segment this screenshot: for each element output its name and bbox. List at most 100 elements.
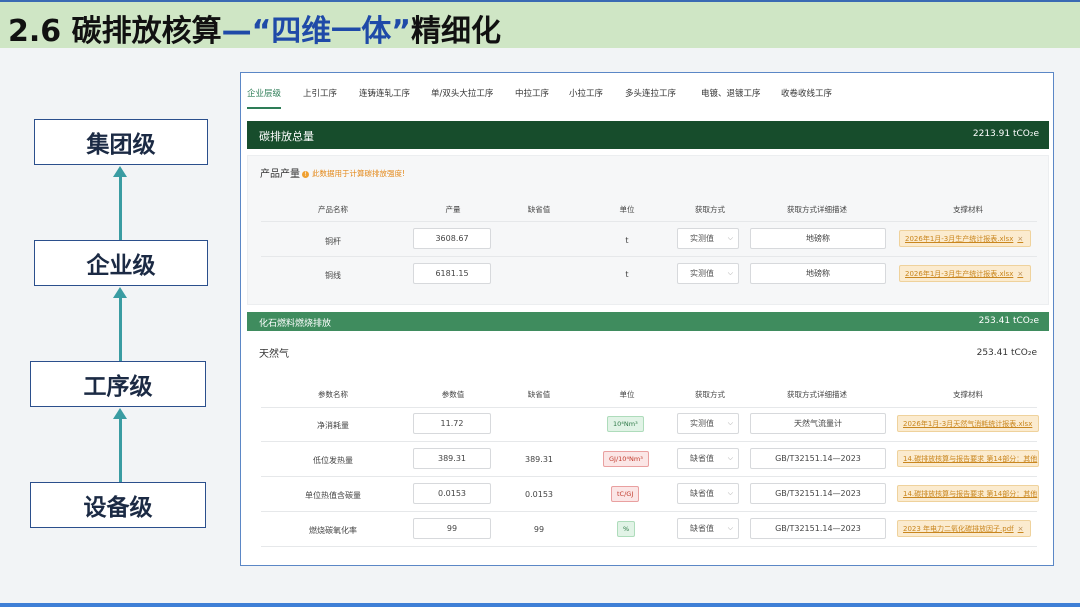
product-section-title: 产品产量 bbox=[260, 169, 300, 180]
tab-large-drawing[interactable]: 单/双头大拉工序 bbox=[431, 87, 515, 109]
unit-tag: tC/GJ bbox=[611, 486, 640, 502]
col-header: 参数名称 bbox=[318, 390, 348, 399]
chevron-down-icon: ⌵ bbox=[727, 419, 733, 427]
method-select[interactable]: 缺省值 ⌵ bbox=[677, 483, 739, 504]
product-unit: t bbox=[625, 270, 629, 279]
tab-medium-drawing[interactable]: 中拉工序 bbox=[515, 87, 569, 109]
col-header: 获取方式详细描述 bbox=[787, 390, 847, 399]
chevron-down-icon: ⌵ bbox=[727, 454, 733, 462]
row-divider bbox=[261, 441, 1037, 442]
row-divider bbox=[261, 511, 1037, 512]
support-file-tag[interactable]: 14.碳排放核算与报告要求 第14部分：其他 bbox=[897, 485, 1039, 502]
tab-enterprise[interactable]: 企业层级 bbox=[247, 87, 303, 109]
level-group: 集团级 bbox=[34, 119, 208, 165]
support-file-tag[interactable]: 2026年1月-3月生产统计报表.xlsx × bbox=[899, 230, 1031, 247]
support-file-tag[interactable]: 2026年1月-3月天然气消耗统计报表.xlsx bbox=[897, 415, 1039, 432]
param-name: 单位热值含碳量 bbox=[305, 491, 361, 500]
col-header: 获取方式详细描述 bbox=[787, 205, 847, 214]
close-icon[interactable]: × bbox=[1017, 235, 1023, 243]
app-window: 企业层级 上引工序 连铸连轧工序 单/双头大拉工序 中拉工序 小拉工序 多头连拉… bbox=[240, 72, 1054, 566]
method-select[interactable]: 缺省值 ⌵ bbox=[677, 448, 739, 469]
col-header: 产量 bbox=[445, 205, 461, 214]
product-name: 铜线 bbox=[325, 271, 341, 280]
arrow-line bbox=[119, 176, 122, 240]
row-divider bbox=[261, 256, 1037, 257]
tab-upcast[interactable]: 上引工序 bbox=[303, 87, 359, 109]
chevron-down-icon: ⌵ bbox=[727, 269, 733, 277]
col-header: 支撑材料 bbox=[953, 390, 983, 399]
row-divider bbox=[261, 476, 1037, 477]
unit-tag: % bbox=[617, 521, 636, 537]
product-value-input[interactable]: 6181.15 bbox=[413, 263, 491, 284]
support-file-tag[interactable]: 2026年1月-3月生产统计报表.xlsx × bbox=[899, 265, 1031, 282]
row-divider bbox=[261, 407, 1037, 408]
close-icon[interactable]: × bbox=[1018, 525, 1024, 533]
chevron-down-icon: ⌵ bbox=[727, 489, 733, 497]
method-desc-input[interactable]: 天然气流量计 bbox=[750, 413, 886, 434]
param-value-input[interactable]: 99 bbox=[413, 518, 491, 539]
method-select[interactable]: 实测值 ⌵ bbox=[677, 263, 739, 284]
total-value: 2213.91 tCO₂e bbox=[972, 129, 1039, 139]
slide-title-bar: 2.6 碳排放核算—“四维一体”精细化 bbox=[0, 0, 1080, 49]
param-default: 389.31 bbox=[525, 455, 553, 464]
param-name: 燃烧碳氧化率 bbox=[309, 526, 357, 535]
row-divider bbox=[261, 546, 1037, 547]
col-header: 获取方式 bbox=[695, 390, 725, 399]
arrow-line bbox=[119, 297, 122, 361]
chevron-down-icon: ⌵ bbox=[727, 524, 733, 532]
method-select[interactable]: 实测值 ⌵ bbox=[677, 413, 739, 434]
param-default: 99 bbox=[533, 525, 545, 534]
product-name: 铜杆 bbox=[325, 237, 341, 246]
level-process: 工序级 bbox=[30, 361, 206, 407]
support-file-tag[interactable]: 2023 年电力二氧化碳排放因子.pdf × bbox=[897, 520, 1031, 537]
chevron-down-icon: ⌵ bbox=[727, 234, 733, 242]
support-file-tag[interactable]: 14.碳排放核算与报告要求 第14部分：其他 bbox=[897, 450, 1039, 467]
method-desc-input[interactable]: 地磅称 bbox=[750, 228, 886, 249]
method-desc-input[interactable]: GB/T32151.14—2023 bbox=[750, 518, 886, 539]
col-header: 支撑材料 bbox=[953, 205, 983, 214]
gas-section-title: 天然气 bbox=[259, 349, 289, 360]
col-header: 单位 bbox=[619, 205, 635, 214]
unit-tag: GJ/10⁴Nm³ bbox=[603, 451, 649, 467]
tab-plating[interactable]: 电镀、退镀工序 bbox=[701, 87, 781, 109]
product-value-input[interactable]: 3608.67 bbox=[413, 228, 491, 249]
col-header: 产品名称 bbox=[318, 205, 348, 214]
param-value-input[interactable]: 389.31 bbox=[413, 448, 491, 469]
bottom-accent-line bbox=[0, 603, 1080, 607]
close-icon[interactable]: × bbox=[1017, 270, 1023, 278]
col-header: 缺省值 bbox=[527, 205, 551, 214]
warning-icon: ! bbox=[302, 170, 309, 178]
slide-title: 2.6 碳排放核算—“四维一体”精细化 bbox=[8, 14, 502, 49]
level-enterprise: 企业级 bbox=[34, 240, 208, 286]
total-label: 碳排放总量 bbox=[259, 130, 314, 143]
param-name: 低位发热量 bbox=[313, 456, 353, 465]
fossil-emission-bar: 化石燃料燃烧排放 253.41 tCO₂e bbox=[247, 312, 1049, 331]
fossil-value: 253.41 tCO₂e bbox=[978, 316, 1039, 326]
method-select[interactable]: 实测值 ⌵ bbox=[677, 228, 739, 249]
param-value-input[interactable]: 11.72 bbox=[413, 413, 491, 434]
tab-winding[interactable]: 收卷收线工序 bbox=[781, 87, 851, 109]
method-desc-input[interactable]: GB/T32151.14—2023 bbox=[750, 483, 886, 504]
tab-multi-drawing[interactable]: 多头连拉工序 bbox=[625, 87, 701, 109]
param-default: 0.0153 bbox=[525, 490, 553, 499]
method-desc-input[interactable]: GB/T32151.14—2023 bbox=[750, 448, 886, 469]
level-equipment: 设备级 bbox=[30, 482, 206, 528]
col-header: 参数值 bbox=[441, 390, 465, 399]
tab-bar: 企业层级 上引工序 连铸连轧工序 单/双头大拉工序 中拉工序 小拉工序 多头连拉… bbox=[247, 87, 851, 109]
row-divider bbox=[261, 221, 1037, 222]
gas-section-value: 253.41 tCO₂e bbox=[976, 348, 1037, 358]
tab-continuous-casting[interactable]: 连铸连轧工序 bbox=[359, 87, 431, 109]
tab-small-drawing[interactable]: 小拉工序 bbox=[569, 87, 625, 109]
unit-tag: 10⁴Nm³ bbox=[607, 416, 644, 432]
product-unit: t bbox=[625, 236, 629, 245]
arrow-line bbox=[119, 418, 122, 482]
col-header: 单位 bbox=[619, 390, 635, 399]
param-value-input[interactable]: 0.0153 bbox=[413, 483, 491, 504]
method-desc-input[interactable]: 地磅称 bbox=[750, 263, 886, 284]
total-emission-bar: 碳排放总量 2213.91 tCO₂e bbox=[247, 121, 1049, 149]
fossil-label: 化石燃料燃烧排放 bbox=[259, 319, 332, 329]
method-select[interactable]: 缺省值 ⌵ bbox=[677, 518, 739, 539]
col-header: 获取方式 bbox=[695, 205, 725, 214]
col-header: 缺省值 bbox=[527, 390, 551, 399]
product-note: ! 此数据用于计算碳排放强度! bbox=[302, 168, 405, 179]
